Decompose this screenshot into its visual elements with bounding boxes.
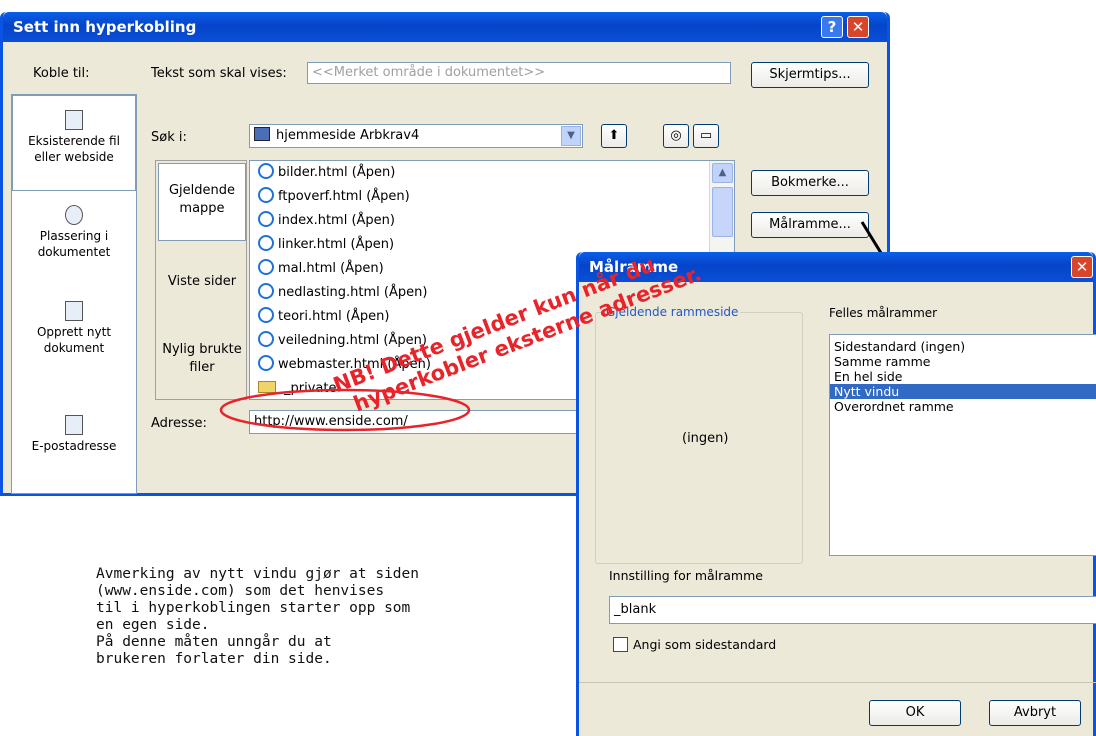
current-frameset-group: Gjeldende rammeside (ingen)	[595, 305, 803, 564]
ok-button[interactable]: OK	[869, 700, 961, 726]
explanation-line: (www.enside.com) som det henvises	[96, 583, 385, 599]
list-item[interactable]: Sidestandard (ingen)	[830, 339, 1096, 354]
frameset-none-text: (ingen)	[682, 431, 729, 446]
list-item[interactable]: Samme ramme	[830, 354, 1096, 369]
list-item[interactable]: En hel side	[830, 369, 1096, 384]
explanation-line: til i hyperkoblingen starter opp som	[96, 600, 411, 616]
target-close-button[interactable]: ✕	[1071, 256, 1093, 278]
set-default-label: Angi som sidestandard	[633, 637, 777, 652]
explanation-line: en egen side.	[96, 617, 210, 633]
common-targets-list[interactable]: Sidestandard (ingen) Samme ramme En hel …	[829, 334, 1096, 556]
list-item-selected[interactable]: Nytt vindu	[830, 384, 1096, 399]
explanation-line: På denne måten unngår du at	[96, 634, 332, 650]
target-frame-dialog: Målramme ✕ Gjeldende rammeside (ingen) F…	[576, 252, 1096, 736]
target-setting-label: Innstilling for målramme	[609, 568, 763, 583]
set-default-checkbox[interactable]	[613, 637, 628, 652]
cancel-button[interactable]: Avbryt	[989, 700, 1081, 726]
explanation-line: brukeren forlater din side.	[96, 651, 332, 667]
explanation-text: Avmerking av nytt vindu gjør at siden (w…	[96, 566, 516, 668]
explanation-line: Avmerking av nytt vindu gjør at siden	[96, 566, 420, 582]
list-item[interactable]: Overordnet ramme	[830, 399, 1096, 414]
target-setting-field[interactable]: _blank	[609, 596, 1096, 624]
common-targets-label: Felles målrammer	[829, 306, 938, 320]
divider	[579, 682, 1096, 683]
